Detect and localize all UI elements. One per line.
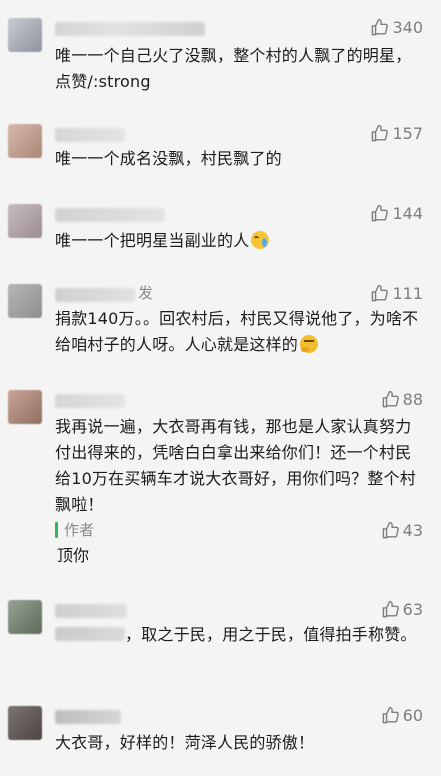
like-button[interactable]: 111 <box>370 284 423 303</box>
like-count: 43 <box>402 521 423 540</box>
like-button[interactable]: 88 <box>381 390 423 409</box>
avatar[interactable] <box>8 18 42 52</box>
thumbs-up-icon <box>370 204 389 223</box>
thumbs-up-icon <box>381 521 400 540</box>
commenter-name <box>55 22 205 36</box>
comment-text: ，取之于民，用之于民，值得拍手称赞。 <box>125 625 417 644</box>
like-button[interactable]: 144 <box>370 204 423 223</box>
commenter-name <box>55 288 135 302</box>
like-count: 111 <box>392 284 423 303</box>
commenter-name <box>55 128 125 142</box>
author-tag-bar <box>55 521 58 538</box>
comment-text-wrap: 捐款140万。。回农村后，村民又得说他了，为啥不给咱村子的人呀。人心就是这样的 <box>55 306 421 358</box>
crying-face-icon <box>251 231 270 249</box>
author-reply-text: 顶你 <box>57 546 90 565</box>
like-count: 60 <box>402 706 423 725</box>
comment-text: 捐款140万。。回农村后，村民又得说他了，为啥不给咱村子的人呀。人心就是这样的 <box>55 309 419 354</box>
commenter-name-tail: 发 <box>138 284 154 302</box>
avatar[interactable] <box>8 124 42 158</box>
like-count: 157 <box>392 124 423 143</box>
commenter-name <box>55 208 165 222</box>
commenter-name <box>55 710 121 724</box>
commenter-name <box>55 394 125 408</box>
comment-list: 340 唯一一个自己火了没飘，整个村的人飘了的明星，点赞/:strong 157… <box>0 0 441 776</box>
like-count: 340 <box>392 18 423 37</box>
thumbs-up-icon <box>370 124 389 143</box>
thumbs-up-icon <box>381 706 400 725</box>
like-count: 144 <box>392 204 423 223</box>
thinking-face-icon <box>300 335 319 353</box>
comment-text-wrap: 唯一一个把明星当副业的人 <box>55 228 421 254</box>
avatar[interactable] <box>8 204 42 238</box>
comment-text-wrap: ，取之于民，用之于民，值得拍手称赞。 <box>55 622 421 648</box>
like-count: 88 <box>402 390 423 409</box>
author-reply-header: 作者 <box>55 519 94 540</box>
avatar[interactable] <box>8 390 42 424</box>
author-reply-like-button[interactable]: 43 <box>381 521 423 540</box>
thumbs-up-icon <box>381 390 400 409</box>
like-button[interactable]: 60 <box>381 706 423 725</box>
avatar[interactable] <box>8 284 42 318</box>
like-button[interactable]: 340 <box>370 18 423 37</box>
comment-text: 唯一一个把明星当副业的人 <box>55 231 250 250</box>
comment-text: 唯一一个成名没飘，村民飘了的 <box>55 149 282 168</box>
like-count: 63 <box>402 600 423 619</box>
author-tag: 作者 <box>64 521 95 539</box>
thumbs-up-icon <box>381 600 400 619</box>
like-button[interactable]: 63 <box>381 600 423 619</box>
redacted-text <box>55 627 125 641</box>
comment-text: 唯一一个自己火了没飘，整个村的人飘了的明星，点赞/:strong <box>55 46 412 91</box>
commenter-name <box>55 604 127 618</box>
comment-text: 大衣哥，好样的！菏泽人民的骄傲！ <box>55 733 315 752</box>
like-button[interactable]: 157 <box>370 124 423 143</box>
thumbs-up-icon <box>370 284 389 303</box>
avatar[interactable] <box>8 706 42 740</box>
comment-text: 我再说一遍，大衣哥再有钱，那也是人家认真努力付出得来的，凭啥白白拿出来给你们！还… <box>55 417 416 514</box>
avatar[interactable] <box>8 600 42 634</box>
thumbs-up-icon <box>370 18 389 37</box>
